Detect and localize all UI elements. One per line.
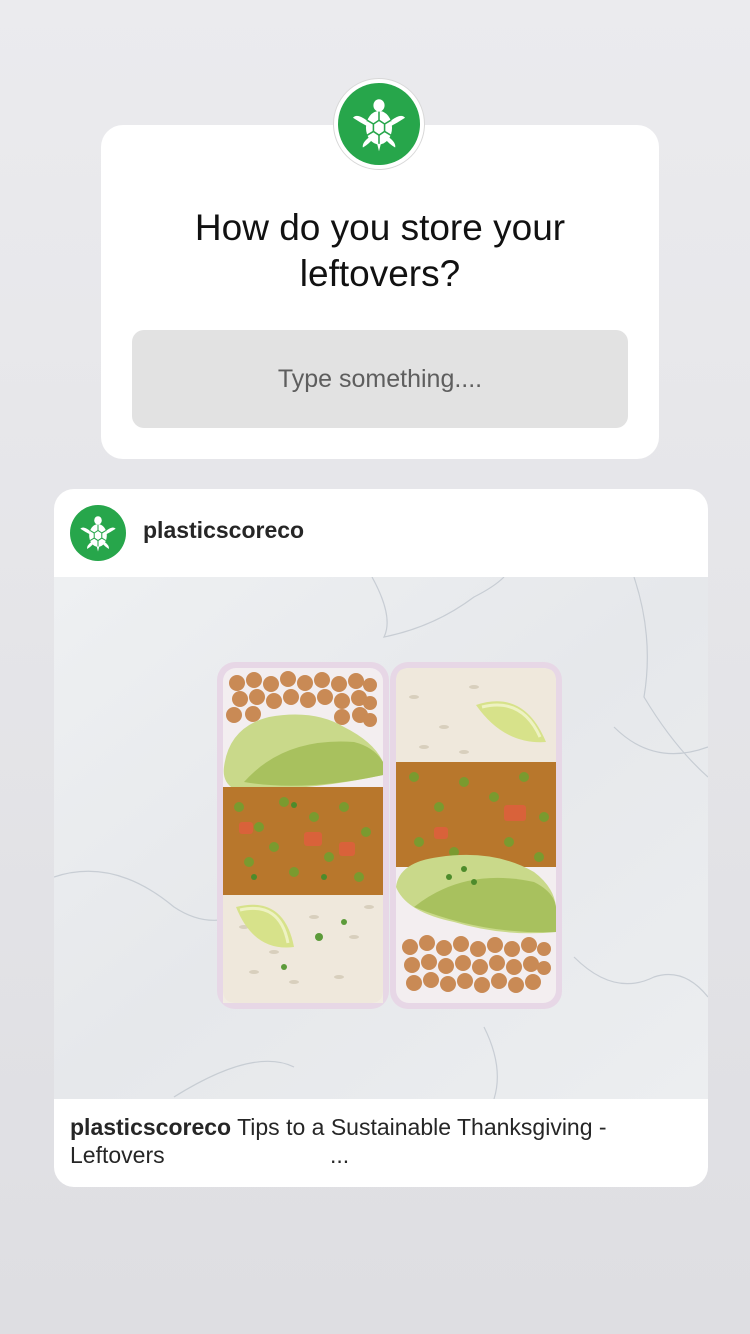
turtle-logo-icon bbox=[338, 83, 420, 165]
post-caption: plasticscoreco Tips to a Sustainable Tha… bbox=[70, 1113, 680, 1169]
post-username[interactable]: plasticscoreco bbox=[143, 517, 304, 544]
caption-username[interactable]: plasticscoreco bbox=[70, 1114, 231, 1140]
question-sticker: How do you store your leftovers? bbox=[101, 125, 659, 459]
post-header[interactable]: plasticscoreco bbox=[54, 489, 708, 577]
turtle-logo-icon[interactable] bbox=[70, 505, 126, 561]
question-prompt: How do you store your leftovers? bbox=[194, 207, 566, 294]
sticker-avatar bbox=[333, 78, 425, 170]
shared-post-card[interactable]: plasticscoreco plasticscoreco Tips to a … bbox=[54, 489, 708, 1187]
answer-input[interactable] bbox=[132, 330, 628, 428]
caption-more[interactable]: ... bbox=[330, 1141, 349, 1169]
meal-prep-containers-photo[interactable] bbox=[54, 577, 708, 1099]
